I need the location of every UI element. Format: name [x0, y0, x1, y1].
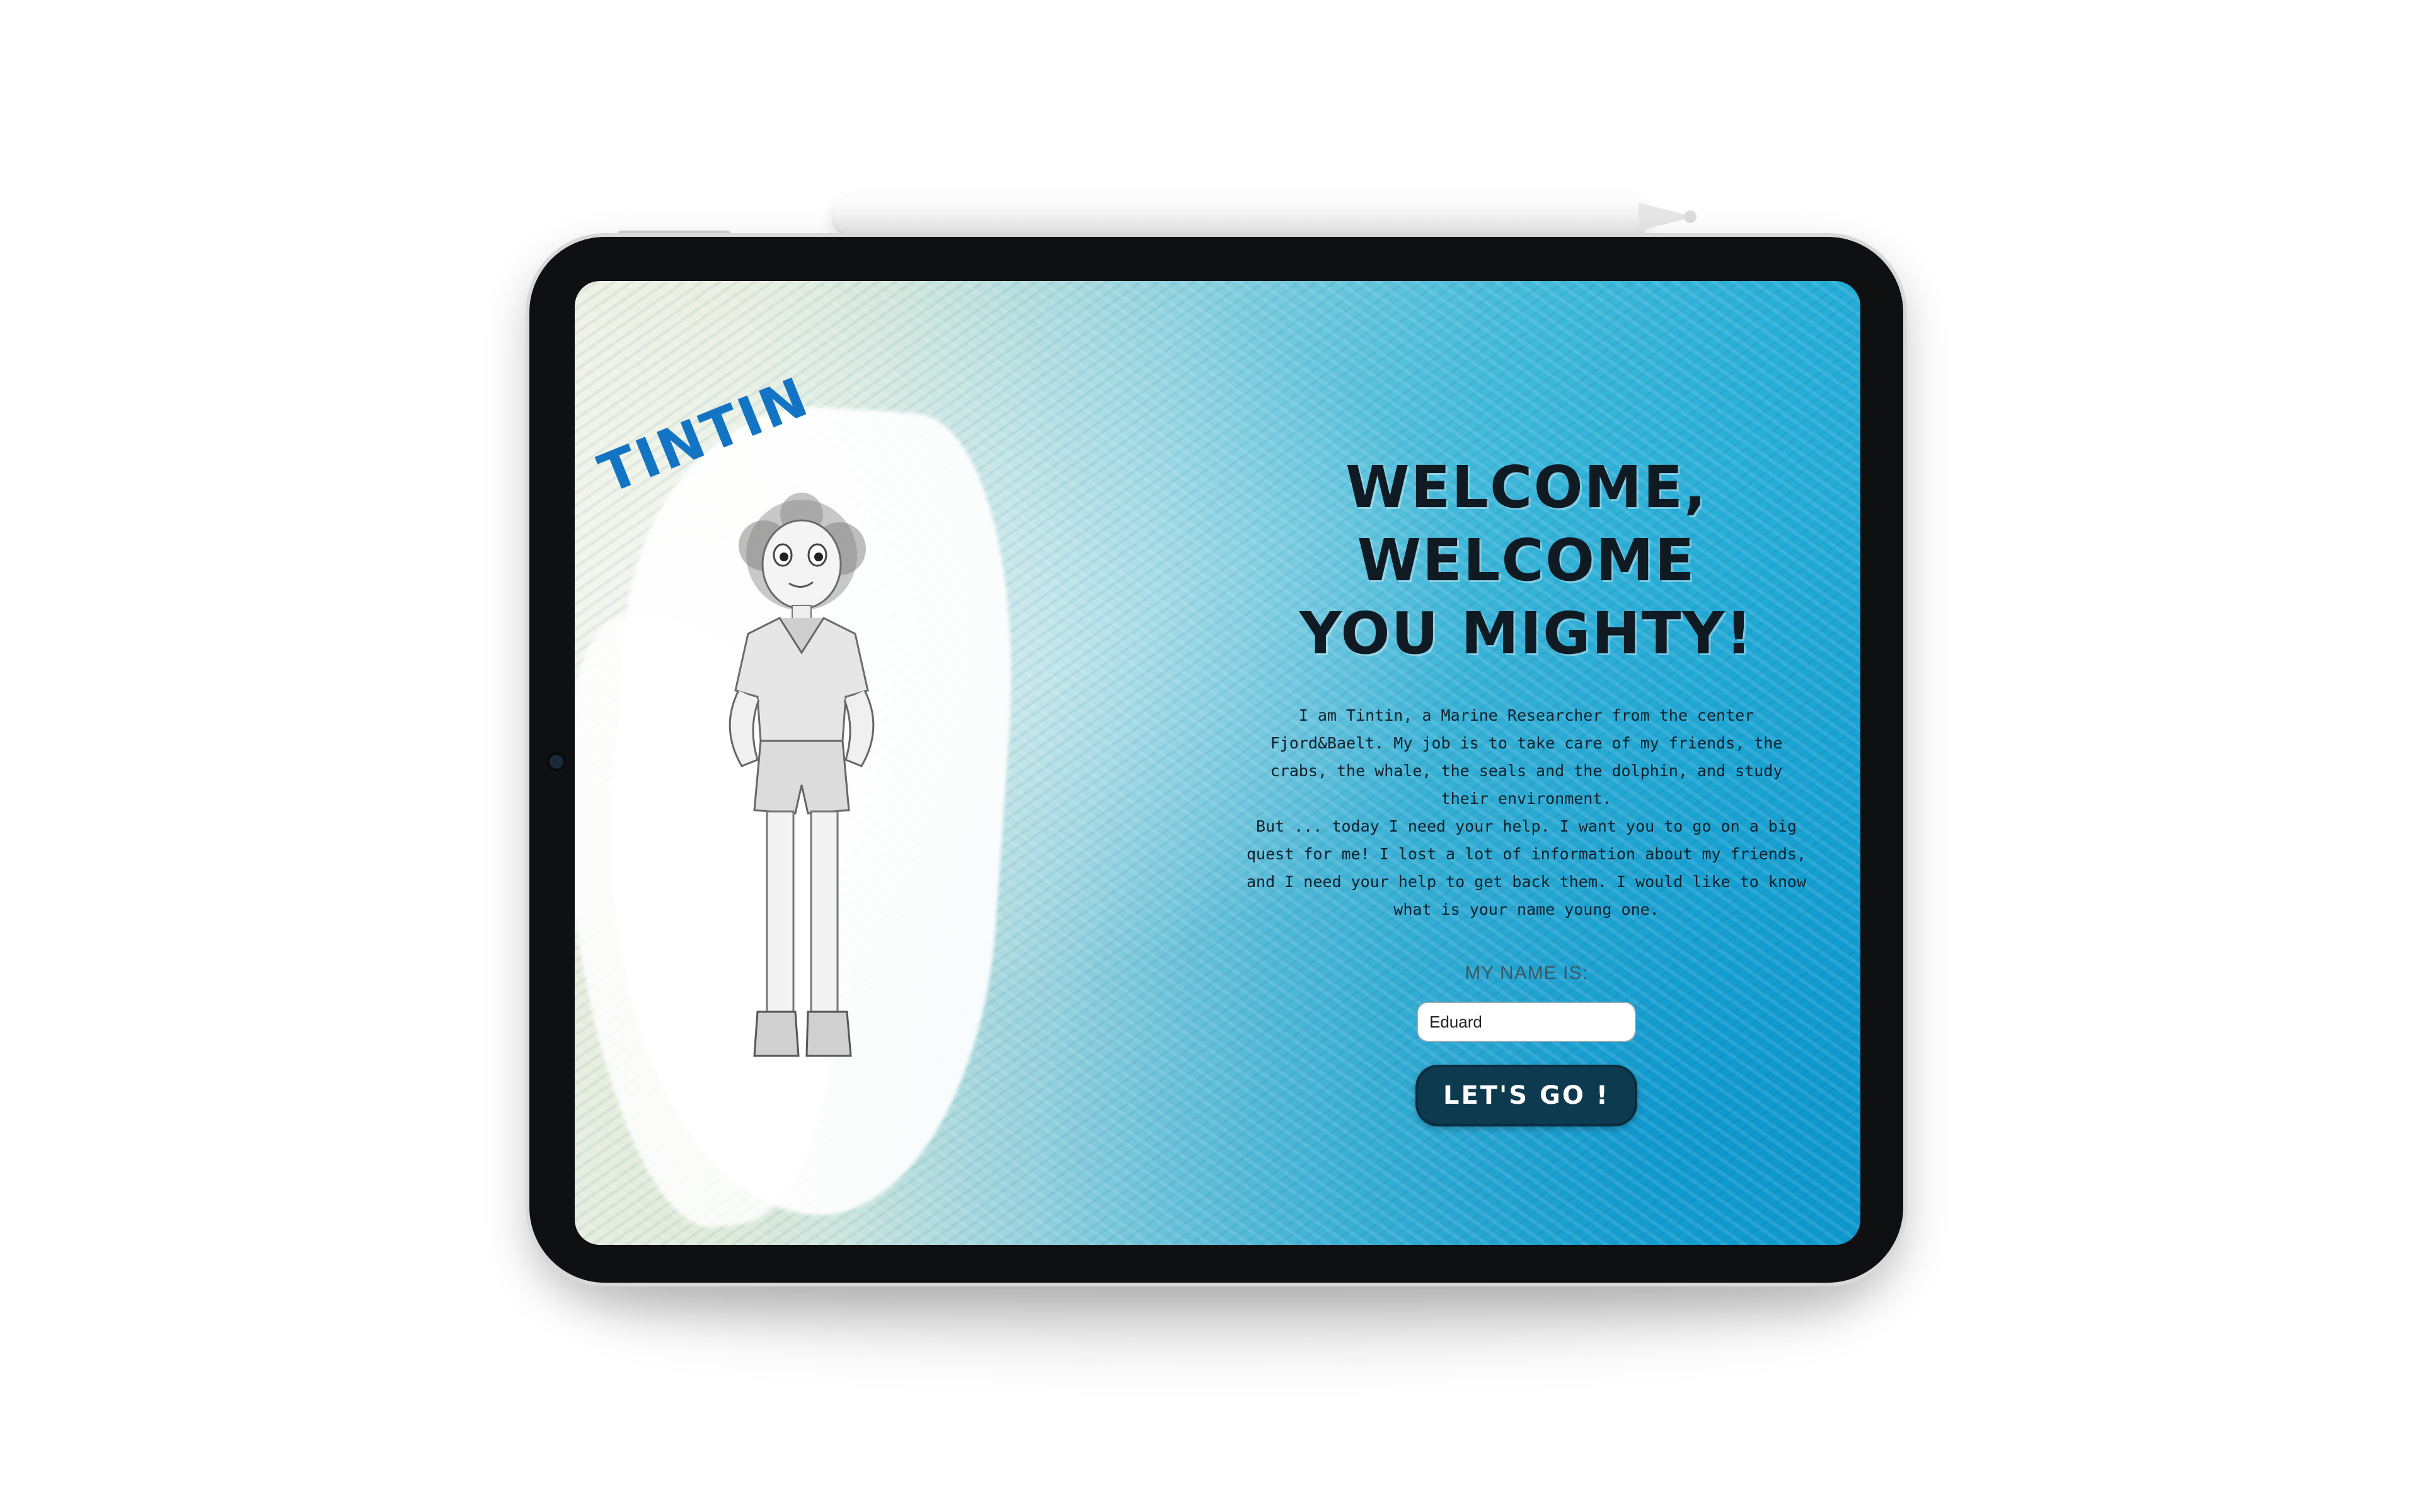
girl-character-illustration [729, 493, 875, 1057]
headline-line-2: YOU MIGHTY! [1299, 600, 1753, 667]
intro-text: I am Tintin, a Marine Researcher from th… [1246, 706, 1807, 919]
name-label: MY NAME IS: [1465, 963, 1588, 983]
headline-line-1: WELCOME, WELCOME [1345, 454, 1708, 594]
character-face [761, 519, 842, 610]
character-shorts [753, 740, 850, 815]
front-camera [550, 755, 563, 769]
name-input[interactable] [1417, 1002, 1636, 1042]
character-shoe-left [753, 1011, 800, 1057]
stylus-tip-end [1684, 210, 1697, 223]
stylus-pencil [832, 197, 1645, 237]
welcome-panel: WELCOME, WELCOME YOU MIGHTY! I am Tintin… [1243, 451, 1810, 1126]
welcome-headline: WELCOME, WELCOME YOU MIGHTY! [1243, 451, 1810, 670]
character-shoe-right [805, 1011, 852, 1057]
app-screen: TINTIN WELCOME, WELCOME YOU MIGHTY! I am… [575, 281, 1860, 1245]
lets-go-button[interactable]: LET'S GO ! [1415, 1065, 1637, 1126]
